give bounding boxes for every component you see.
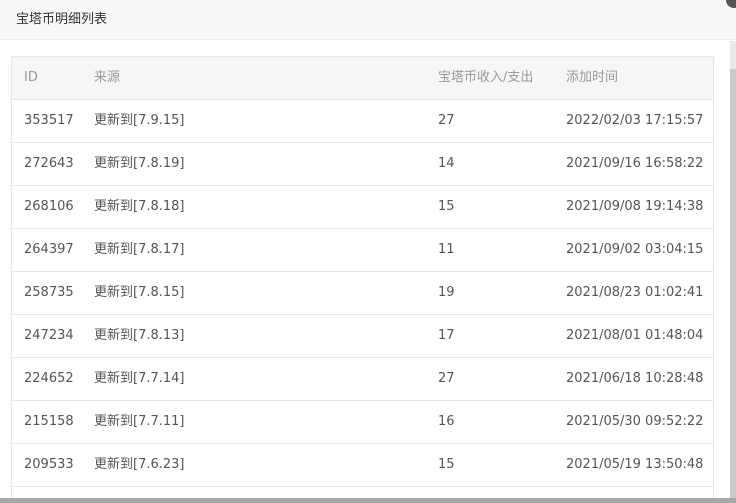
cell-id: 272643 xyxy=(24,156,74,171)
table-header: ID 来源 宝塔币收入/支出 添加时间 xyxy=(12,57,713,100)
cell-id: 247234 xyxy=(24,328,74,343)
cell-source: 更新到[7.7.14] xyxy=(94,371,185,386)
cell-id: 268106 xyxy=(24,199,74,214)
table-row: 258735 更新到[7.8.15] 19 2021/08/23 01:02:4… xyxy=(12,272,713,315)
cell-source: 更新到[7.8.19] xyxy=(94,156,185,171)
coin-detail-table: ID 来源 宝塔币收入/支出 添加时间 353517 更新到[7.9.15] 2… xyxy=(11,56,714,503)
cell-source: 更新到[7.8.15] xyxy=(94,285,185,300)
cell-source: 更新到[7.8.18] xyxy=(94,199,185,214)
cell-id: 215158 xyxy=(24,414,74,429)
cell-id: 258735 xyxy=(24,285,74,300)
cell-amount: 15 xyxy=(438,457,455,472)
column-header-time: 添加时间 xyxy=(566,70,619,85)
cell-id: 353517 xyxy=(24,113,74,128)
cell-source: 更新到[7.9.15] xyxy=(94,113,185,128)
cell-id: 209533 xyxy=(24,457,74,472)
vertical-scrollbar[interactable] xyxy=(730,41,736,499)
cell-source: 更新到[7.6.23] xyxy=(94,457,185,472)
cell-id: 264397 xyxy=(24,242,74,257)
cell-amount: 27 xyxy=(438,371,455,386)
cell-id: 224652 xyxy=(24,371,74,386)
coin-detail-dialog: 宝塔币明细列表 ID 来源 宝塔币收入/支出 添加时间 353517 更新到[7… xyxy=(0,0,736,503)
cell-amount: 11 xyxy=(438,242,455,257)
dialog-header: 宝塔币明细列表 xyxy=(0,0,736,40)
column-header-id: ID xyxy=(24,70,38,85)
cell-source: 更新到[7.7.11] xyxy=(94,414,185,429)
cell-amount: 19 xyxy=(438,285,455,300)
cell-time: 2021/08/23 01:02:41 xyxy=(566,285,704,300)
horizontal-scrollbar[interactable] xyxy=(0,498,736,503)
table-row: 215158 更新到[7.7.11] 16 2021/05/30 09:52:2… xyxy=(12,401,713,444)
cell-time: 2021/08/01 01:48:04 xyxy=(566,328,704,343)
table-row: 247234 更新到[7.8.13] 17 2021/08/01 01:48:0… xyxy=(12,315,713,358)
column-header-source: 来源 xyxy=(94,70,121,85)
cell-source: 更新到[7.8.13] xyxy=(94,328,185,343)
cell-amount: 16 xyxy=(438,414,455,429)
cell-time: 2022/02/03 17:15:57 xyxy=(566,113,704,128)
table-row: 224652 更新到[7.7.14] 27 2021/06/18 10:28:4… xyxy=(12,358,713,401)
table-row: 264397 更新到[7.8.17] 11 2021/09/02 03:04:1… xyxy=(12,229,713,272)
cell-time: 2021/05/19 13:50:48 xyxy=(566,457,704,472)
cell-amount: 15 xyxy=(438,199,455,214)
column-header-amount: 宝塔币收入/支出 xyxy=(438,70,534,85)
table-row: 272643 更新到[7.8.19] 14 2021/09/16 16:58:2… xyxy=(12,143,713,186)
cell-time: 2021/06/18 10:28:48 xyxy=(566,371,704,386)
cell-time: 2021/09/02 03:04:15 xyxy=(566,242,704,257)
cell-amount: 27 xyxy=(438,113,455,128)
table-row: 209533 更新到[7.6.23] 15 2021/05/19 13:50:4… xyxy=(12,444,713,487)
dialog-title: 宝塔币明细列表 xyxy=(16,12,108,27)
scrollbar-thumb[interactable] xyxy=(730,69,736,499)
cell-amount: 17 xyxy=(438,328,455,343)
cell-time: 2021/09/16 16:58:22 xyxy=(566,156,704,171)
table-row: 268106 更新到[7.8.18] 15 2021/09/08 19:14:3… xyxy=(12,186,713,229)
cell-time: 2021/09/08 19:14:38 xyxy=(566,199,704,214)
cell-amount: 14 xyxy=(438,156,455,171)
cell-time: 2021/05/30 09:52:22 xyxy=(566,414,704,429)
cell-source: 更新到[7.8.17] xyxy=(94,242,185,257)
table-row: 353517 更新到[7.9.15] 27 2022/02/03 17:15:5… xyxy=(12,100,713,143)
